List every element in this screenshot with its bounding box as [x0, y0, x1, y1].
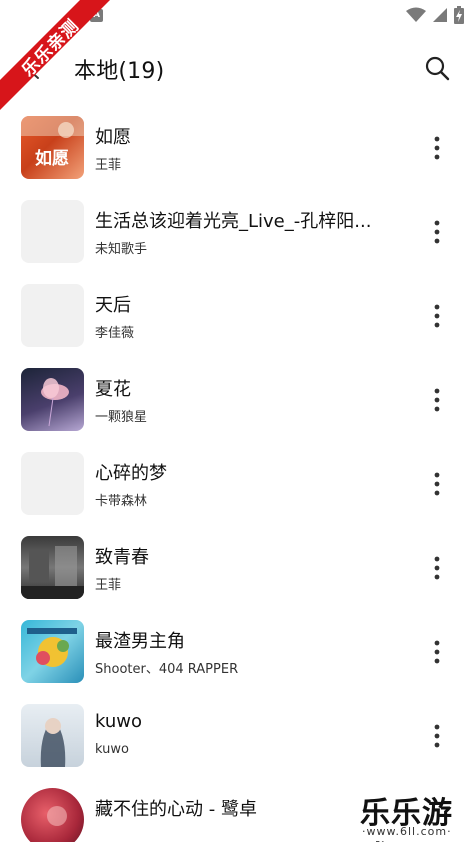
colorful-cover-icon: [27, 628, 77, 667]
song-title: 心碎的梦: [95, 463, 167, 484]
portrait-cover-icon: [40, 718, 66, 767]
album-cover: [21, 536, 84, 599]
album-cover: [21, 704, 84, 767]
song-title: 夏花: [95, 379, 131, 400]
song-row[interactable]: 生活总该迎着光亮_Live_-孔梓阳... 未知歌手: [0, 190, 474, 274]
status-icons: [406, 5, 464, 25]
status-bar: A: [0, 0, 474, 32]
album-cover: [21, 620, 84, 683]
album-cover: [21, 788, 84, 842]
song-artist: 王菲: [95, 158, 122, 173]
more-options-icon[interactable]: [427, 469, 447, 499]
more-options-icon[interactable]: [427, 385, 447, 415]
app-header: 本地(19): [0, 32, 474, 106]
song-title: 藏不住的心动 - 鹭卓: [95, 799, 257, 820]
song-title: 天后: [95, 295, 131, 316]
song-row[interactable]: 如愿 如愿 王菲: [0, 106, 474, 190]
album-cover-placeholder: [21, 200, 84, 263]
song-title: 如愿: [95, 127, 131, 148]
song-title: kuwo: [95, 711, 143, 732]
signal-icon: [433, 8, 447, 22]
song-artist: 王菲: [95, 578, 122, 593]
album-cover: 如愿: [21, 116, 84, 179]
song-row[interactable]: 天后 李佳薇: [0, 274, 474, 358]
song-title: 生活总该迎着光亮_Live_-孔梓阳...: [95, 211, 372, 232]
song-row[interactable]: 夏花 一颗狼星: [0, 358, 474, 442]
more-options-icon[interactable]: [427, 721, 447, 751]
song-title: 致青春: [95, 547, 149, 568]
logo-watermark: 乐乐游戏 ·www.6ll.com·: [352, 788, 474, 842]
page-title: 本地(19): [74, 59, 165, 84]
song-artist: Shooter、404 RAPPER: [95, 662, 239, 677]
song-row[interactable]: kuwo kuwo: [0, 694, 474, 778]
song-artist: 卡带森林: [95, 494, 148, 509]
song-artist: 李佳薇: [95, 326, 135, 341]
album-cover-placeholder: [21, 284, 84, 347]
round-cover-icon: [47, 806, 67, 826]
more-options-icon[interactable]: [427, 133, 447, 163]
battery-icon: [454, 6, 464, 24]
song-row[interactable]: 最渣男主角 Shooter、404 RAPPER: [0, 610, 474, 694]
notification-icon: A: [90, 9, 103, 22]
song-row[interactable]: 心碎的梦 卡带森林: [0, 442, 474, 526]
bw-photo-cover-icon: [21, 546, 84, 599]
more-options-icon[interactable]: [427, 553, 447, 583]
album-cover-placeholder: [21, 452, 84, 515]
song-artist: kuwo: [95, 742, 129, 757]
more-options-icon[interactable]: [427, 637, 447, 667]
more-options-icon[interactable]: [427, 301, 447, 331]
song-row[interactable]: 致青春 王菲: [0, 526, 474, 610]
back-arrow-icon[interactable]: [18, 54, 48, 84]
album-cover: [21, 368, 84, 431]
logo-watermark-url: ·www.6ll.com·: [362, 825, 452, 838]
flower-cover-icon: [41, 378, 69, 427]
song-artist: 一颗狼星: [95, 410, 148, 425]
search-icon[interactable]: [423, 54, 451, 82]
svg-text:如愿: 如愿: [35, 148, 69, 169]
wifi-icon: [406, 7, 426, 22]
song-artist: 未知歌手: [95, 242, 148, 257]
more-options-icon[interactable]: [427, 217, 447, 247]
cover-art-icon: 如愿: [21, 116, 84, 169]
song-title: 最渣男主角: [95, 631, 185, 652]
